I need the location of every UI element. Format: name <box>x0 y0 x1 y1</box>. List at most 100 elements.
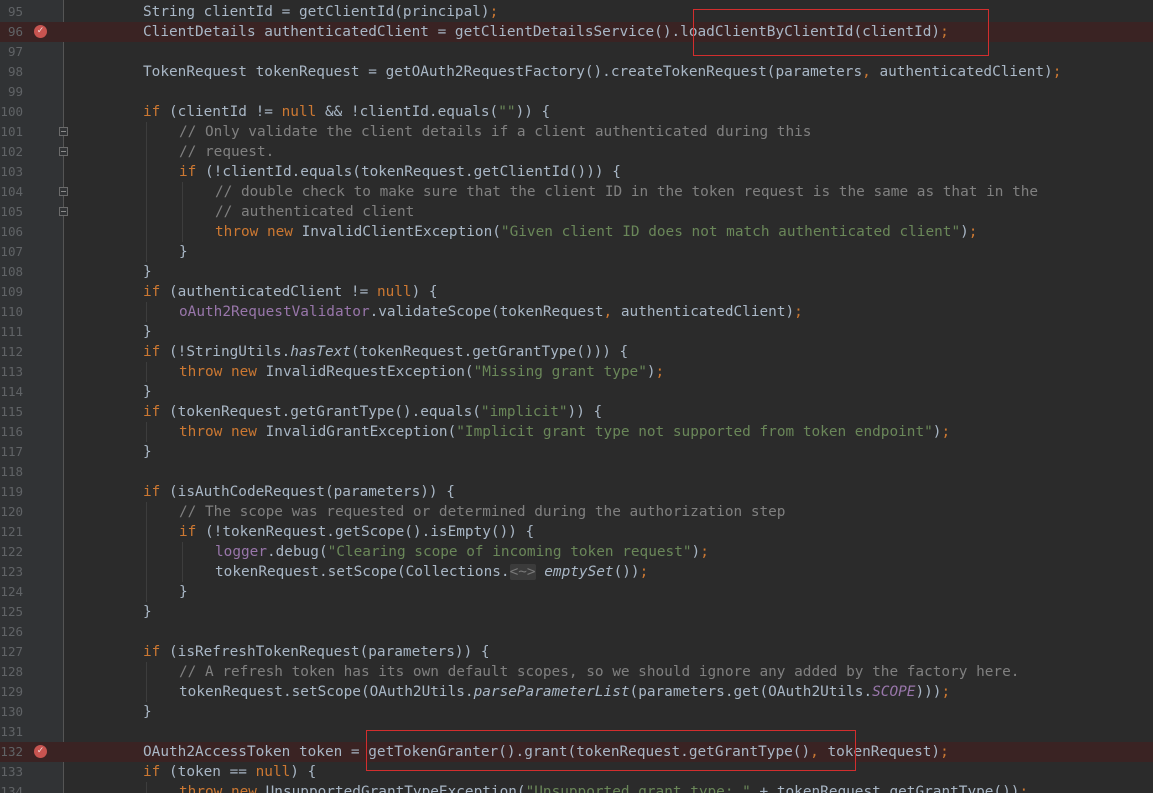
code-line[interactable]: 103 if (!clientId.equals(tokenRequest.get… <box>0 162 1153 182</box>
line-number[interactable]: 127 <box>0 642 23 662</box>
code-line[interactable]: 112 if (!StringUtils.hasText(tokenRequest… <box>0 342 1153 362</box>
code-line[interactable]: 95 String clientId = getClientId(principa… <box>0 2 1153 22</box>
code-token: ) <box>960 224 969 240</box>
code-token: } <box>143 264 152 280</box>
code-line[interactable]: 104 // double check to make sure that the… <box>0 182 1153 202</box>
line-number[interactable]: 109 <box>0 282 23 302</box>
line-number[interactable]: 108 <box>0 262 23 282</box>
line-number[interactable]: 104 <box>0 182 23 202</box>
line-number[interactable]: 133 <box>0 762 23 782</box>
code-line[interactable]: 109 if (authenticatedClient != null) { <box>0 282 1153 302</box>
breakpoint-check-icon[interactable]: ✓ <box>34 25 47 38</box>
line-number[interactable]: 120 <box>0 502 23 522</box>
code-text: if (!clientId.equals(tokenRequest.getCli… <box>179 162 621 182</box>
line-number[interactable]: 96 <box>0 22 23 42</box>
line-number[interactable]: 118 <box>0 462 23 482</box>
code-line[interactable]: 111} <box>0 322 1153 342</box>
code-line[interactable]: 101 // Only validate the client details i… <box>0 122 1153 142</box>
line-number[interactable]: 130 <box>0 702 23 722</box>
line-number[interactable]: 102 <box>0 142 23 162</box>
code-line[interactable]: 97 <box>0 42 1153 62</box>
code-line[interactable]: 102 // request. <box>0 142 1153 162</box>
code-line[interactable]: 99 <box>0 82 1153 102</box>
code-line[interactable]: 127 if (isRefreshTokenRequest(parameters)… <box>0 642 1153 662</box>
line-number[interactable]: 129 <box>0 682 23 702</box>
line-number[interactable]: 103 <box>0 162 23 182</box>
line-number[interactable]: 116 <box>0 422 23 442</box>
code-line[interactable]: 130} <box>0 702 1153 722</box>
line-number[interactable]: 125 <box>0 602 23 622</box>
code-token: tokenRequest.setScope(Collections. <box>215 564 510 580</box>
code-line[interactable]: 121 if (!tokenRequest.getScope().isEmpty(… <box>0 522 1153 542</box>
code-token: // request. <box>179 144 275 160</box>
indent-guide <box>146 122 147 142</box>
code-token: , <box>810 744 819 760</box>
code-token: if <box>143 344 161 360</box>
line-number[interactable]: 111 <box>0 322 23 342</box>
code-line[interactable]: 123 tokenRequest.setScope(Collections.<~>… <box>0 562 1153 582</box>
code-line[interactable]: 126 <box>0 622 1153 642</box>
code-line[interactable]: 116 throw new InvalidGrantException("Impl… <box>0 422 1153 442</box>
line-number[interactable]: 98 <box>0 62 23 82</box>
line-number[interactable]: 95 <box>0 2 23 22</box>
fold-marker-icon[interactable] <box>59 147 68 156</box>
code-line[interactable]: 128 // A refresh token has its own defaul… <box>0 662 1153 682</box>
code-line[interactable]: 119 if (isAuthCodeRequest(parameters)) { <box>0 482 1153 502</box>
code-token: // Only validate the client details if a… <box>179 124 812 140</box>
line-number[interactable]: 128 <box>0 662 23 682</box>
code-line[interactable]: 134 throw new UnsupportedGrantTypeExcepti… <box>0 782 1153 793</box>
line-number[interactable]: 117 <box>0 442 23 462</box>
line-number[interactable]: 107 <box>0 242 23 262</box>
code-line[interactable]: 131 <box>0 722 1153 742</box>
code-line[interactable]: 117} <box>0 442 1153 462</box>
code-line[interactable]: 106 throw new InvalidClientException("Giv… <box>0 222 1153 242</box>
code-line[interactable]: 115 if (tokenRequest.getGrantType().equal… <box>0 402 1153 422</box>
code-text: if (tokenRequest.getGrantType().equals("… <box>143 402 602 422</box>
fold-marker-icon[interactable] <box>59 127 68 136</box>
line-number[interactable]: 122 <box>0 542 23 562</box>
line-number[interactable]: 131 <box>0 722 23 742</box>
line-number[interactable]: 124 <box>0 582 23 602</box>
code-line[interactable]: 132 ✓ OAuth2AccessToken token = getTokenGr… <box>0 742 1153 762</box>
fold-marker-icon[interactable] <box>59 207 68 216</box>
code-line[interactable]: 114} <box>0 382 1153 402</box>
code-line[interactable]: 96 ✓ ClientDetails authenticatedClient = g… <box>0 22 1153 42</box>
code-line[interactable]: 133 if (token == null) { <box>0 762 1153 782</box>
line-number[interactable]: 121 <box>0 522 23 542</box>
line-number[interactable]: 113 <box>0 362 23 382</box>
line-number[interactable]: 101 <box>0 122 23 142</box>
code-line[interactable]: 113 throw new InvalidRequestException("Mi… <box>0 362 1153 382</box>
line-number[interactable]: 97 <box>0 42 23 62</box>
line-number[interactable]: 126 <box>0 622 23 642</box>
code-line[interactable]: 107} <box>0 242 1153 262</box>
code-line[interactable]: 110 oAuth2RequestValidator.validateScope(… <box>0 302 1153 322</box>
code-line[interactable]: 98 TokenRequest tokenRequest = getOAuth2R… <box>0 62 1153 82</box>
line-number[interactable]: 110 <box>0 302 23 322</box>
line-number[interactable]: 134 <box>0 782 23 793</box>
code-line[interactable]: 105 // authenticated client <box>0 202 1153 222</box>
code-token: ; <box>941 684 951 700</box>
line-number[interactable]: 123 <box>0 562 23 582</box>
code-line[interactable]: 122 logger.debug("Clearing scope of incom… <box>0 542 1153 562</box>
line-number[interactable]: 99 <box>0 82 23 102</box>
line-number[interactable]: 132 <box>0 742 23 762</box>
code-line[interactable]: 125} <box>0 602 1153 622</box>
code-editor[interactable]: 95 String clientId = getClientId(principa… <box>0 0 1153 793</box>
breakpoint-check-icon[interactable]: ✓ <box>34 745 47 758</box>
code-line[interactable]: 118 <box>0 462 1153 482</box>
line-number[interactable]: 100 <box>0 102 23 122</box>
code-line[interactable]: 108} <box>0 262 1153 282</box>
code-line[interactable]: 124} <box>0 582 1153 602</box>
code-line[interactable]: 129 tokenRequest.setScope(OAuth2Utils.par… <box>0 682 1153 702</box>
line-number[interactable]: 106 <box>0 222 23 242</box>
line-number[interactable]: 112 <box>0 342 23 362</box>
code-line[interactable]: 100 if (clientId != null && !clientId.equ… <box>0 102 1153 122</box>
line-number[interactable]: 105 <box>0 202 23 222</box>
line-number[interactable]: 115 <box>0 402 23 422</box>
fold-marker-icon[interactable] <box>59 187 68 196</box>
line-number[interactable]: 119 <box>0 482 23 502</box>
code-line[interactable]: 120 // The scope was requested or determi… <box>0 502 1153 522</box>
code-text: } <box>143 602 152 622</box>
code-token: if <box>143 484 161 500</box>
line-number[interactable]: 114 <box>0 382 23 402</box>
